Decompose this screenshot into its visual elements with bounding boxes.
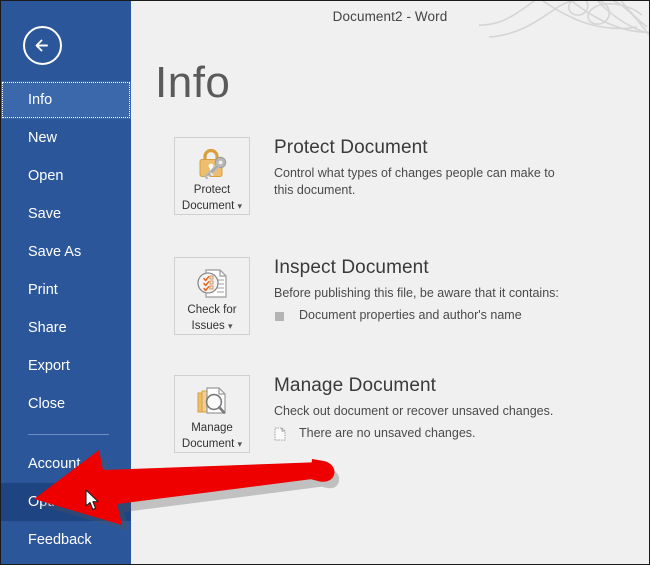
dotted-document-icon: [274, 427, 286, 441]
sidebar-item-save-as[interactable]: Save As: [1, 233, 131, 271]
title-bar: Document2 - Word: [131, 1, 649, 48]
section-title: Manage Document: [274, 375, 437, 396]
sidebar-item-label: Close: [28, 396, 66, 412]
sidebar-item-options[interactable]: Options: [1, 483, 131, 521]
section-description: Check out document or recover unsaved ch…: [274, 404, 554, 418]
protect-document-text: Protect Document Control what types of c…: [274, 137, 627, 199]
chevron-down-icon: ▾: [227, 321, 233, 331]
section-title: Inspect Document: [274, 257, 429, 278]
sidebar-item-label: Print: [28, 282, 58, 298]
chevron-down-icon: ▾: [237, 439, 243, 449]
padlock-key-icon: [175, 145, 249, 181]
section-description: Control what types of changes people can…: [274, 166, 555, 197]
sidebar-item-label: Share: [28, 320, 67, 336]
sidebar-item-label: Options: [28, 494, 78, 510]
sidebar-item-save[interactable]: Save: [1, 195, 131, 233]
sidebar-item-open[interactable]: Open: [1, 157, 131, 195]
manage-document-text: Manage Document Check out document or re…: [274, 375, 627, 441]
sidebar-item-info[interactable]: Info: [1, 81, 131, 119]
inspect-document-text: Inspect Document Before publishing this …: [274, 257, 627, 323]
sidebar-item-label: Open: [28, 168, 64, 184]
sidebar-item-label: Save As: [28, 244, 82, 260]
protect-document-button-label-line1: Protect: [193, 184, 231, 196]
page-title: Info: [155, 58, 231, 107]
protect-document-button-label-line2: Document ▾: [181, 200, 243, 212]
sidebar-item-export[interactable]: Export: [1, 347, 131, 385]
bullet-label: There are no unsaved changes.: [299, 426, 476, 440]
check-for-issues-button-label-line2: Issues ▾: [191, 320, 233, 332]
sidebar-item-label: New: [28, 130, 58, 146]
stacked-documents-magnifier-icon: [175, 383, 249, 419]
gray-square-bullet-icon: [274, 309, 286, 323]
back-button[interactable]: [23, 26, 62, 65]
manage-document-button-label-line2: Document ▾: [181, 438, 243, 450]
manage-document-button-label-line1: Manage: [191, 422, 233, 434]
document-inspect-checkmarks-icon: [175, 265, 249, 301]
word-backstage-window: Document2 - Word Info New Open Save Save…: [0, 0, 650, 565]
sidebar-item-label: Feedback: [28, 532, 92, 548]
section-description: Before publishing this file, be aware th…: [274, 286, 559, 300]
sidebar-item-print[interactable]: Print: [1, 271, 131, 309]
sidebar-item-feedback[interactable]: Feedback: [1, 521, 131, 559]
sidebar-divider: [28, 434, 109, 435]
window-title: Document2 - Word: [332, 9, 448, 24]
sidebar-item-label: Save: [28, 206, 62, 222]
protect-document-button[interactable]: Protect Document ▾: [174, 137, 250, 215]
sidebar-item-new[interactable]: New: [1, 119, 131, 157]
inspect-document-bullet: Document properties and author's name: [274, 307, 627, 323]
sidebar-item-share[interactable]: Share: [1, 309, 131, 347]
back-arrow-icon: [35, 39, 48, 52]
manage-document-bullet: There are no unsaved changes.: [274, 425, 627, 441]
manage-document-button[interactable]: Manage Document ▾: [174, 375, 250, 453]
sidebar-item-close[interactable]: Close: [1, 385, 131, 423]
bullet-label: Document properties and author's name: [299, 308, 522, 322]
check-for-issues-button[interactable]: Check for Issues ▾: [174, 257, 250, 335]
chevron-down-icon: ▾: [237, 201, 243, 211]
sidebar-item-account[interactable]: Account: [1, 445, 131, 483]
sidebar-item-label: Account: [28, 456, 81, 472]
backstage-sidebar: Info New Open Save Save As Print Share E…: [1, 1, 131, 564]
section-title: Protect Document: [274, 137, 428, 158]
check-for-issues-button-label-line1: Check for: [187, 304, 237, 316]
backstage-content: Info Protect Document ▾ Protect Document…: [131, 48, 649, 564]
sidebar-nav: Info New Open Save Save As Print Share E…: [1, 81, 131, 559]
calligraphic-swirl-ornament-icon: [479, 1, 649, 38]
sidebar-item-label: Export: [28, 358, 70, 374]
sidebar-item-label: Info: [28, 92, 53, 108]
